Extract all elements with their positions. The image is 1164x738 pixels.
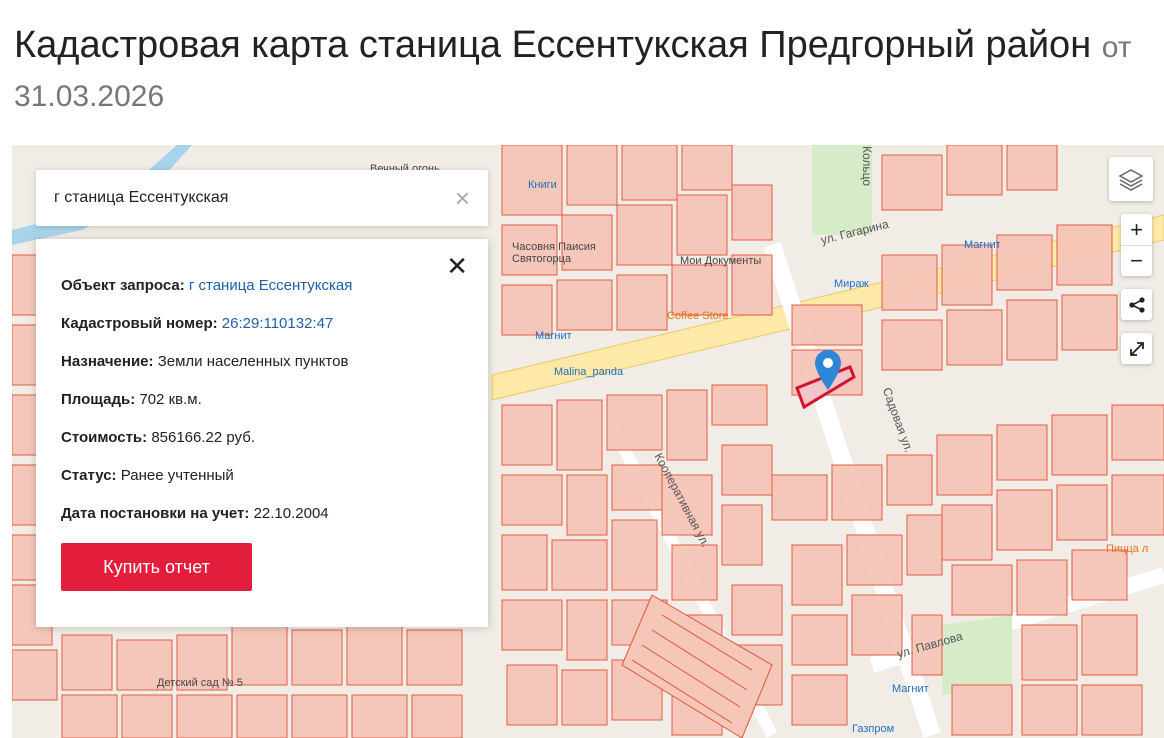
layers-icon: [1118, 169, 1144, 191]
map-label-mirazh: Мираж: [834, 278, 869, 290]
cadastral-number-link[interactable]: 26:29:110132:47: [222, 315, 334, 332]
map-label-pizza: Пицца л: [1106, 543, 1149, 555]
fullscreen-button[interactable]: [1121, 333, 1152, 364]
info-row-object: Объект запроса: г станица Ессентукская: [61, 277, 463, 295]
buy-report-button[interactable]: Купить отчет: [61, 543, 252, 591]
map-label-chasovnya: Часовня Паисия Святогорца: [512, 241, 596, 265]
info-value: 856166.22 руб.: [151, 429, 255, 446]
search-box: ×: [36, 170, 488, 226]
info-label: Дата постановки на учет:: [61, 505, 250, 522]
parcel-info-card: ✕ Объект запроса: г станица Ессентукская…: [36, 239, 488, 627]
map-label-koltso: Кольцо: [860, 145, 875, 187]
info-label: Статус:: [61, 467, 117, 484]
info-value: Земли населенных пунктов: [157, 353, 349, 370]
info-label: Площадь:: [61, 391, 136, 408]
close-icon[interactable]: ✕: [446, 253, 468, 279]
page-title: Кадастровая карта станица Ессентукская П…: [14, 22, 1134, 120]
info-label: Стоимость:: [61, 429, 148, 446]
object-link[interactable]: г станица Ессентукская: [189, 277, 353, 294]
share-icon: [1128, 296, 1145, 313]
info-row-area: Площадь: 702 кв.м.: [61, 391, 463, 409]
map-label-detsad: Детский сад № 5: [157, 677, 243, 689]
info-row-cost: Стоимость: 856166.22 руб.: [61, 429, 463, 447]
clear-icon[interactable]: ×: [455, 185, 470, 211]
info-row-cadastral-number: Кадастровый номер: 26:29:110132:47: [61, 315, 463, 333]
info-label: Объект запроса:: [61, 277, 185, 294]
layers-button[interactable]: [1109, 157, 1153, 201]
share-button[interactable]: [1121, 289, 1152, 320]
map-label-magnit-3: Магнит: [892, 683, 929, 695]
page-title-text: Кадастровая карта станица Ессентукская П…: [14, 24, 1092, 66]
fullscreen-icon: [1129, 341, 1144, 356]
map-label-magnit-2: Магнит: [535, 330, 572, 342]
map-label-coffee: Coffee Store: [667, 310, 729, 322]
map-label-malina: Malina_panda: [554, 366, 624, 378]
info-value: 702 кв.м.: [139, 391, 202, 408]
info-value: 22.10.2004: [253, 505, 329, 522]
info-row-status: Статус: Ранее учтенный: [61, 467, 463, 485]
map-label-gazprom: Газпром: [852, 723, 895, 735]
zoom-control: + −: [1121, 214, 1152, 276]
info-label: Кадастровый номер:: [61, 315, 218, 332]
info-row-registration-date: Дата постановки на учет: 22.10.2004: [61, 505, 463, 523]
map-label-moi-dokumenty: Мои Документы: [680, 255, 762, 267]
info-row-purpose: Назначение: Земли населенных пунктов: [61, 353, 463, 371]
info-value: Ранее учтенный: [120, 467, 234, 484]
map-label-magnit-1: Магнит: [964, 239, 1001, 251]
info-label: Назначение:: [61, 353, 154, 370]
map-label-knigi: Книги: [528, 179, 557, 191]
search-input[interactable]: [54, 189, 455, 207]
zoom-in-button[interactable]: +: [1121, 214, 1152, 245]
zoom-out-button[interactable]: −: [1121, 245, 1152, 276]
location-pin-icon[interactable]: [815, 350, 841, 390]
